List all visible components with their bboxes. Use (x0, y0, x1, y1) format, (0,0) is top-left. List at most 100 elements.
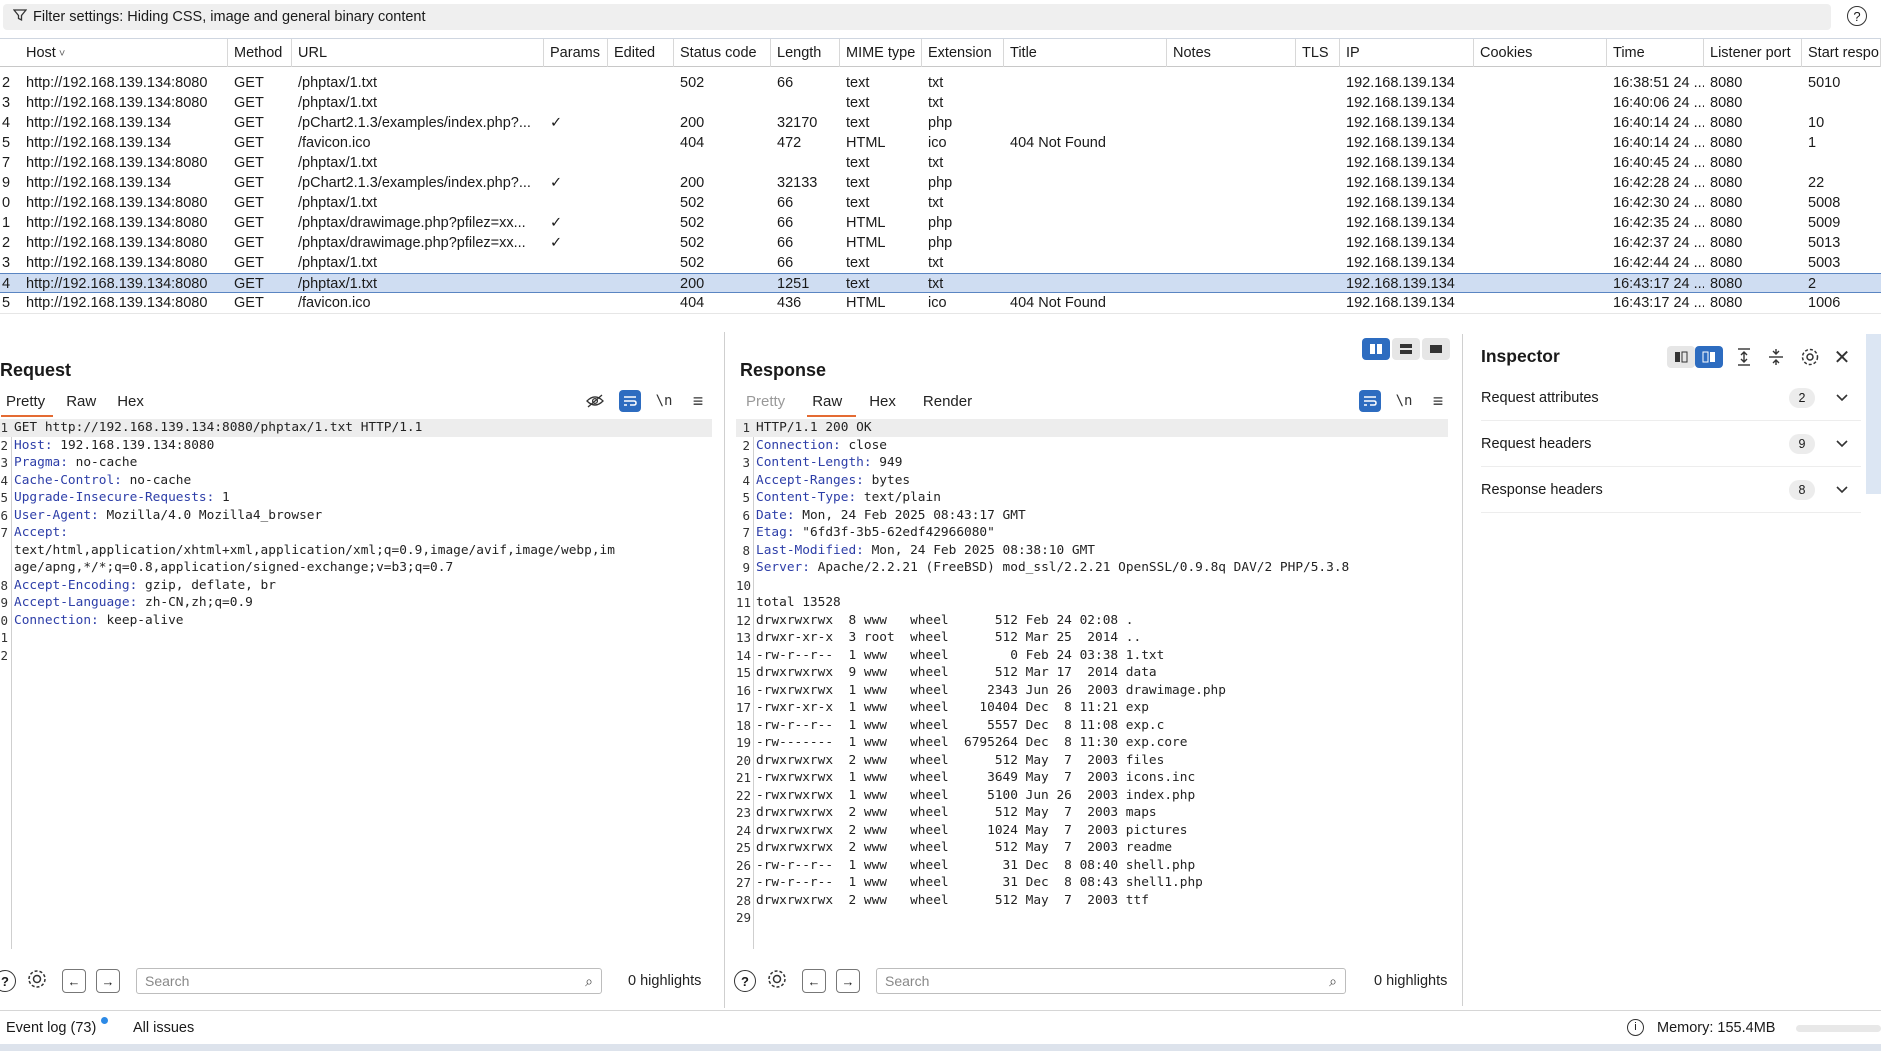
newline-toggle-icon[interactable]: \n (653, 390, 675, 412)
column-header[interactable]: Status code (674, 39, 771, 67)
cell-port: 8080 (1710, 255, 1743, 271)
column-header[interactable]: Params (544, 39, 608, 67)
table-row[interactable]: 2 http://192.168.139.134:8080 GET/phptax/d… (0, 233, 1881, 253)
settings-gear-icon[interactable] (26, 968, 48, 994)
table-row[interactable]: 4 http://192.168.139.134:8080 GET/phptax/1… (0, 273, 1881, 293)
search-icon[interactable]: ⌕ (1329, 973, 1337, 990)
wrap-lines-icon[interactable] (619, 390, 641, 412)
response-editor[interactable]: 1 HTTP/1.1 200 OK 2 Connection: close 3 Conte… (736, 419, 1448, 949)
column-header[interactable]: Start respo (1802, 39, 1881, 67)
chevron-down-icon[interactable] (1835, 390, 1849, 406)
collapse-all-icon[interactable] (1765, 346, 1787, 368)
tab-raw[interactable]: Raw (807, 389, 864, 417)
column-header-label: Edited (614, 45, 656, 61)
next-arrow-icon[interactable]: → (96, 969, 120, 993)
filter-settings-bar[interactable]: Filter settings: Hiding CSS, image and g… (3, 4, 1831, 30)
table-row[interactable]: 9 http://192.168.139.134 GET/pChart2.1.3/e… (0, 173, 1881, 193)
chevron-down-icon[interactable] (1835, 482, 1849, 498)
cell-port: 8080 (1710, 215, 1743, 231)
table-row[interactable]: 2 http://192.168.139.134:8080 GET/phptax/1… (0, 73, 1881, 93)
table-row[interactable]: 3 http://192.168.139.134:8080 GET/phptax/1… (0, 253, 1881, 273)
info-icon[interactable]: i (1627, 1019, 1644, 1036)
cell-method: GET (234, 155, 264, 171)
inspector-section[interactable]: Response headers 8 (1481, 467, 1861, 513)
response-search-field[interactable] (877, 969, 1299, 993)
line-content: drwxrwxrwx 9 www wheel 512 Mar 17 2014 d… (756, 664, 1157, 682)
help-icon[interactable]: ? (1847, 6, 1867, 26)
table-row[interactable]: 1 http://192.168.139.134:8080 GET/phptax/d… (0, 213, 1881, 233)
table-row[interactable]: 5 http://192.168.139.134 GET/favicon.ico 40… (0, 133, 1881, 153)
menu-icon[interactable]: ≡ (1427, 390, 1449, 412)
expand-all-icon[interactable] (1733, 346, 1755, 368)
cell-host: http://192.168.139.134:8080 (26, 75, 208, 91)
cell-ext: php (928, 215, 953, 231)
tab-raw[interactable]: Raw (61, 389, 112, 415)
response-search-input[interactable]: ⌕ (876, 968, 1346, 994)
layout-stacked-icon[interactable] (1392, 338, 1420, 360)
tab-hex[interactable]: Hex (112, 389, 160, 415)
newline-toggle-icon[interactable]: \n (1393, 390, 1415, 412)
column-header[interactable]: Host ˅ (20, 39, 228, 67)
column-header[interactable]: Notes (1167, 39, 1296, 67)
wrap-lines-icon[interactable] (1359, 390, 1381, 412)
close-icon[interactable]: ✕ (1831, 346, 1853, 369)
hide-nonprintable-icon[interactable] (584, 390, 606, 412)
column-header[interactable]: Time (1607, 39, 1704, 67)
column-header[interactable]: TLS (1296, 39, 1340, 67)
previous-arrow-icon[interactable]: ← (62, 969, 86, 993)
layout-side-by-side-icon[interactable] (1362, 338, 1390, 360)
chevron-down-icon[interactable] (1835, 436, 1849, 452)
tab-render[interactable]: Render (918, 389, 988, 415)
column-header[interactable]: Title (1004, 39, 1167, 67)
request-search-input[interactable]: ⌕ (136, 968, 602, 994)
header-value: 192.168.139.134:8080 (52, 437, 215, 453)
column-header-label: Host (26, 45, 56, 61)
code-line: 2 Host: 192.168.139.134:8080 (0, 437, 712, 455)
inspector-layout-right-icon[interactable] (1695, 346, 1723, 368)
event-log-link[interactable]: Event log (73) (6, 1020, 96, 1036)
code-line: 7 Accept: (0, 524, 712, 542)
inspector-scrollbar[interactable] (1866, 334, 1881, 494)
inspector-section[interactable]: Request headers 9 (1481, 421, 1861, 467)
column-header[interactable]: Length (771, 39, 840, 67)
previous-arrow-icon[interactable]: ← (802, 969, 826, 993)
request-tabs: Pretty Raw Hex (1, 389, 160, 417)
table-row[interactable]: 7 http://192.168.139.134:8080 GET/phptax/1… (0, 153, 1881, 173)
code-line: 17 -rwxr-xr-x 1 www wheel 10404 Dec 8 11:… (736, 699, 1448, 717)
column-header[interactable]: Method (228, 39, 292, 67)
next-arrow-icon[interactable]: → (836, 969, 860, 993)
cell-time: 16:42:30 24 ... (1613, 195, 1704, 211)
inspector-section[interactable]: Request attributes 2 (1481, 375, 1861, 421)
column-header[interactable]: Edited (608, 39, 674, 67)
inspector-layout-left-icon[interactable] (1667, 346, 1695, 368)
row-number: 5 (2, 295, 11, 311)
settings-gear-icon[interactable] (1799, 346, 1821, 368)
table-row[interactable]: 4 http://192.168.139.134 GET/pChart2.1.3/e… (0, 113, 1881, 133)
header-value: Apache/2.2.21 (FreeBSD) mod_ssl/2.2.21 O… (809, 560, 1350, 575)
column-header[interactable]: IP (1340, 39, 1474, 67)
search-icon[interactable]: ⌕ (585, 973, 593, 990)
cell-url: /phptax/drawimage.php?pfilez=xx... (298, 215, 526, 231)
tab-pretty[interactable]: Pretty (1, 389, 61, 417)
count-badge: 9 (1789, 433, 1815, 454)
column-header[interactable]: Listener port (1704, 39, 1802, 67)
layout-single-icon[interactable] (1422, 338, 1450, 360)
table-row[interactable]: 5 http://192.168.139.134:8080 GET/favicon.… (0, 293, 1881, 313)
help-icon[interactable]: ? (734, 970, 756, 992)
tab-hex[interactable]: Hex (864, 389, 918, 415)
line-number: 8 (742, 542, 750, 558)
horizontal-scrollbar[interactable] (0, 313, 1881, 314)
menu-icon[interactable]: ≡ (687, 390, 709, 412)
help-icon[interactable]: ? (0, 970, 16, 992)
table-row[interactable]: 0 http://192.168.139.134:8080 GET/phptax/1… (0, 193, 1881, 213)
column-header[interactable]: URL (292, 39, 544, 67)
all-issues-link[interactable]: All issues (133, 1020, 194, 1036)
column-header[interactable]: Cookies (1474, 39, 1607, 67)
table-row[interactable]: 3 http://192.168.139.134:8080 GET/phptax/1… (0, 93, 1881, 113)
request-search-field[interactable] (137, 969, 555, 993)
request-editor[interactable]: 1 GET http://192.168.139.134:8080/phptax/… (0, 419, 712, 949)
column-header[interactable]: MIME type (840, 39, 922, 67)
column-header[interactable]: Extension (922, 39, 1004, 67)
tab-pretty[interactable]: Pretty (741, 389, 807, 415)
settings-gear-icon[interactable] (766, 968, 788, 994)
